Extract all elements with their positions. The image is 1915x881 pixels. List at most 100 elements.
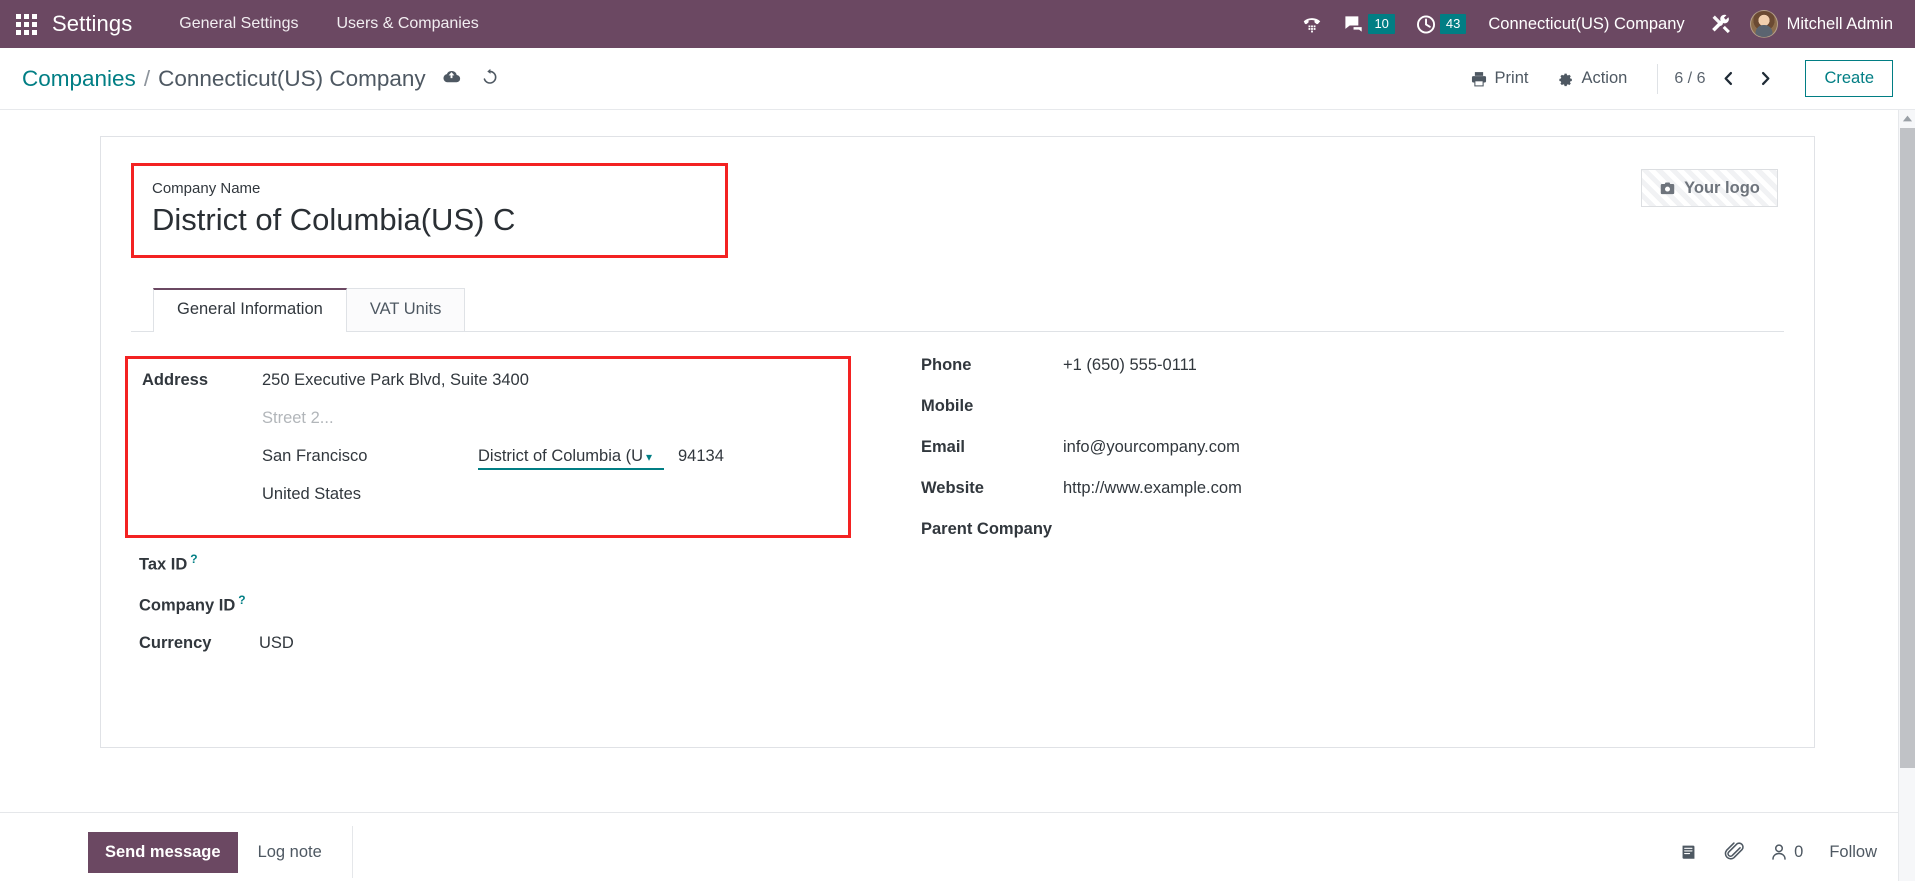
menu-general-settings[interactable]: General Settings: [160, 0, 317, 48]
breadcrumb-companies[interactable]: Companies: [22, 66, 136, 92]
address-label: Address: [142, 370, 209, 389]
company-name-label: Company Name: [152, 180, 261, 197]
followers-button[interactable]: 0: [1769, 842, 1803, 862]
chevron-left-icon: [1725, 71, 1733, 86]
tax-id-label: Tax ID?: [139, 552, 259, 575]
scrollbar-thumb[interactable]: [1900, 128, 1915, 768]
website-row: Website http://www.example.com: [921, 479, 1609, 520]
pager-previous-button[interactable]: [1715, 68, 1742, 89]
company-name-input[interactable]: [152, 202, 707, 239]
developer-tools-button[interactable]: [1699, 0, 1744, 48]
activities-button[interactable]: 43: [1405, 0, 1476, 48]
address-city-value[interactable]: San Francisco: [262, 447, 478, 466]
pager-next-button[interactable]: [1752, 68, 1779, 89]
pager-value: 6 / 6: [1674, 69, 1706, 87]
control-panel-actions: Print Action 6 / 6 Create: [1456, 60, 1893, 97]
address-state-select[interactable]: District of Columbia (U ▾: [478, 447, 664, 470]
print-label: Print: [1494, 69, 1529, 87]
tax-id-row: Tax ID?: [139, 552, 839, 593]
company-switcher[interactable]: Connecticut(US) Company: [1476, 15, 1698, 34]
chatter-tools: 0 Follow: [1678, 839, 1879, 866]
discard-changes-button[interactable]: [480, 67, 499, 86]
currency-label: Currency: [139, 633, 212, 652]
address-city-state-zip-row: San Francisco District of Columbia (U ▾ …: [142, 447, 834, 485]
tab-general-information[interactable]: General Information: [153, 287, 347, 332]
activities-clock-icon: [1416, 14, 1435, 34]
company-id-label-text: Company ID: [139, 596, 236, 615]
email-row: Email info@yourcompany.com: [921, 438, 1609, 479]
chevron-down-icon: ▾: [646, 449, 653, 464]
logo-placeholder-label: Your logo: [1684, 178, 1760, 197]
chevron-up-icon: [1902, 115, 1912, 122]
tab-vat-units[interactable]: VAT Units: [345, 287, 466, 331]
notebook-tabs: General Information VAT Units: [153, 287, 1784, 332]
user-followers-icon: [1772, 844, 1786, 860]
tax-id-label-text: Tax ID: [139, 555, 188, 574]
address-country-value[interactable]: United States: [262, 485, 361, 504]
email-label: Email: [921, 437, 966, 456]
activities-badge: 43: [1439, 14, 1467, 34]
systray: 10 43 Connecticut(US) Company Mitchell A…: [1291, 0, 1915, 48]
breadcrumb: Companies / Connecticut(US) Company: [22, 66, 499, 92]
send-message-button[interactable]: Send message: [88, 831, 238, 873]
log-button[interactable]: [1678, 842, 1699, 863]
company-id-help-icon[interactable]: ?: [238, 593, 245, 607]
menu-users-companies[interactable]: Users & Companies: [317, 0, 497, 48]
mobile-label: Mobile: [921, 396, 974, 415]
website-value[interactable]: http://www.example.com: [1063, 479, 1242, 498]
avatar: [1749, 10, 1778, 38]
currency-value[interactable]: USD: [259, 634, 294, 653]
parent-company-row: Parent Company: [921, 520, 1609, 568]
followers-count: 0: [1794, 842, 1804, 861]
address-street-row: Address 250 Executive Park Blvd, Suite 3…: [142, 371, 834, 409]
print-button[interactable]: Print: [1456, 63, 1543, 94]
save-record-button[interactable]: [442, 67, 461, 86]
pager: 6 / 6: [1674, 68, 1779, 89]
messages-icon: [1345, 15, 1364, 34]
mobile-row: Mobile: [921, 397, 1609, 438]
address-street2-input[interactable]: Street 2...: [262, 409, 334, 428]
scrollbar-up-arrow[interactable]: [1899, 110, 1915, 127]
address-field-group: Address 250 Executive Park Blvd, Suite 3…: [125, 355, 851, 538]
breadcrumb-separator: /: [143, 65, 151, 91]
tools-wrench-hammer-icon: [1711, 14, 1730, 33]
company-id-label: Company ID?: [139, 593, 259, 616]
messages-button[interactable]: 10: [1333, 0, 1404, 48]
chatter-divider: [351, 826, 353, 878]
create-button[interactable]: Create: [1805, 60, 1893, 97]
company-id-row: Company ID?: [139, 593, 839, 634]
form-view-area: Your logo Company Name General Informati…: [0, 110, 1915, 881]
apps-menu-toggle[interactable]: [0, 0, 52, 48]
phone-value[interactable]: +1 (650) 555-0111: [1063, 356, 1197, 375]
form-left-column: Address 250 Executive Park Blvd, Suite 3…: [125, 355, 851, 675]
control-panel-divider: [1657, 63, 1659, 94]
control-panel: Companies / Connecticut(US) Company Prin…: [0, 48, 1915, 110]
camera-icon: [1660, 182, 1675, 194]
tab-panel-general-information: Address 250 Executive Park Blvd, Suite 3…: [125, 330, 1784, 675]
address-country-row: United States: [142, 485, 834, 523]
address-street-value[interactable]: 250 Executive Park Blvd, Suite 3400: [262, 371, 529, 390]
user-menu[interactable]: Mitchell Admin: [1744, 10, 1901, 38]
form-right-column: Phone +1 (650) 555-0111 Mobile Email inf…: [909, 356, 1609, 675]
company-logo-upload[interactable]: Your logo: [1641, 169, 1778, 207]
address-zip-value[interactable]: 94134: [678, 447, 724, 466]
gear-icon: [1559, 73, 1573, 86]
breadcrumb-current-record: Connecticut(US) Company: [158, 65, 426, 91]
record-sheet: Your logo Company Name General Informati…: [100, 136, 1815, 748]
vertical-scrollbar[interactable]: [1898, 110, 1915, 881]
phone-label: Phone: [921, 355, 972, 374]
address-street2-row: Street 2...: [142, 409, 834, 447]
action-button[interactable]: Action: [1542, 63, 1641, 94]
phone-row: Phone +1 (650) 555-0111: [921, 356, 1609, 397]
top-navbar: Settings General Settings Users & Compan…: [0, 0, 1915, 48]
attachments-button[interactable]: [1723, 841, 1745, 863]
tax-id-help-icon[interactable]: ?: [190, 552, 197, 566]
email-value[interactable]: info@yourcompany.com: [1063, 438, 1240, 457]
app-brand-settings[interactable]: Settings: [52, 11, 160, 37]
chevron-right-icon: [1762, 71, 1770, 86]
follow-button[interactable]: Follow: [1827, 839, 1879, 866]
voip-dialpad-button[interactable]: [1291, 0, 1333, 48]
log-note-button[interactable]: Log note: [238, 832, 342, 873]
messages-badge: 10: [1368, 14, 1395, 34]
printer-icon: [1471, 71, 1486, 86]
